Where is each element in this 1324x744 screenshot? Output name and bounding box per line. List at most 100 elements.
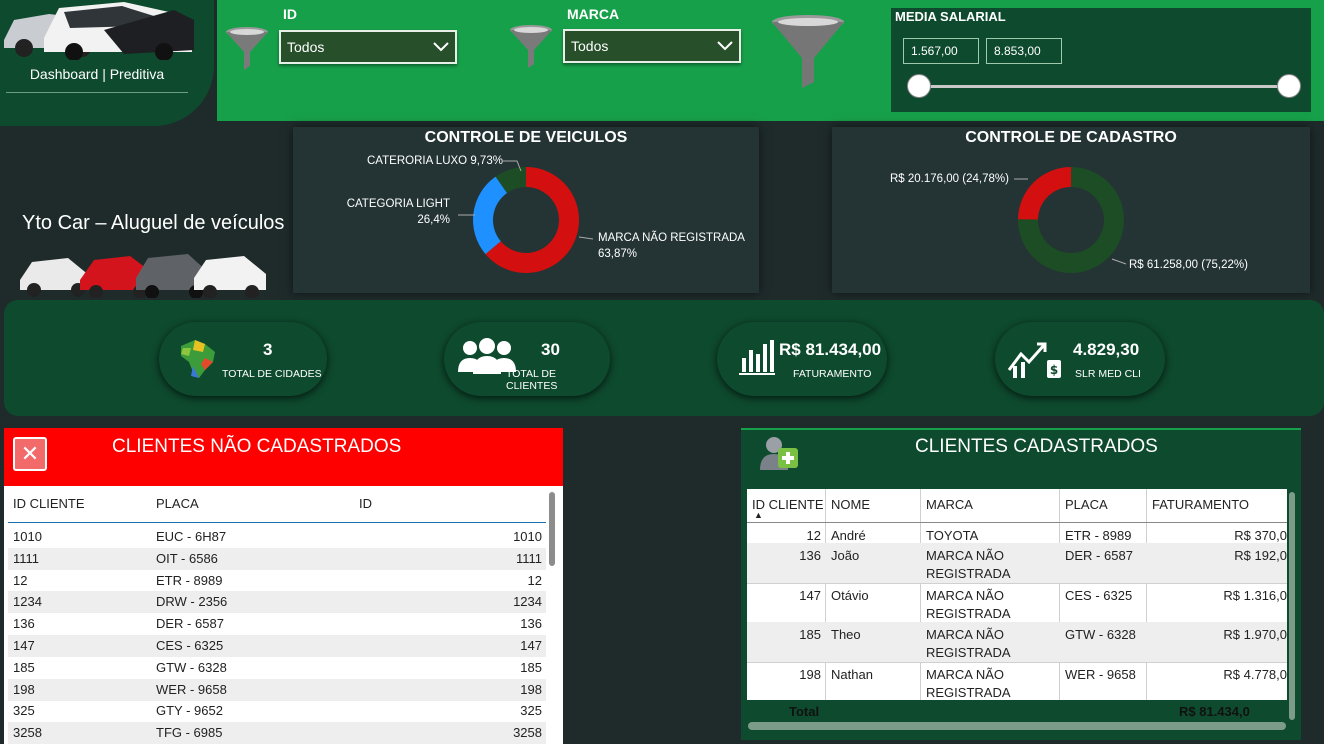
kpi-clients-value: 30 [541,340,560,359]
table-row[interactable]: 3258 TFG - 6985 3258 [8,722,546,744]
id-filter-dropdown[interactable]: Todos [279,30,457,64]
column-header-nome[interactable]: NOME [831,497,870,512]
vertical-scrollbar[interactable] [1289,492,1295,720]
table-cell: R$ 4.778,0 [1223,667,1287,682]
marca-filter-value: Todos [571,38,609,54]
column-header-id-cliente[interactable]: ID CLIENTE [13,496,85,511]
table-row[interactable]: 185 Theo MARCA NÃO REGISTRADA GTW - 6328 R$ 1… [747,622,1287,663]
table-cell: TFG - 6985 [156,725,223,741]
table-row[interactable]: 1111 OIT - 6586 1111 [8,547,546,570]
registration-control-chart: CONTROLE DE CADASTRO R$ 20.176,00 (24,78… [832,127,1310,293]
add-user-icon [760,437,798,470]
table-cell: 136 [799,548,821,563]
leader-lines [458,160,594,240]
table-cell: 198 [799,667,821,682]
column-header-placa[interactable]: PLACA [1065,497,1108,512]
table-row[interactable]: 198 Nathan MARCA NÃO REGISTRADA WER - 9658 R$… [747,662,1287,700]
table-cell: CES - 6325 [156,638,224,653]
table-cell: OIT - 6586 [156,550,218,566]
table-row[interactable]: 1010 EUC - 6H87 1010 [8,526,546,548]
column-header-placa[interactable]: PLACA [156,496,199,511]
column-header-faturamento[interactable]: FATURAMENTO [1152,497,1249,512]
divider [6,92,188,93]
kpi-revenue-card: R$ 81.434,00 FATURAMENTO [717,322,887,396]
brazil-map-icon [181,340,215,378]
table-cell: 185 [13,659,35,675]
unregistered-clients-table[interactable]: ID CLIENTE PLACA ID 1010 EUC - 6H87 1010 11… [4,486,563,744]
dashboard-nav-label[interactable]: Dashboard | Preditiva [0,66,194,82]
table-cell: DER - 6587 [156,616,224,632]
table-row[interactable]: 1234 DRW - 2356 1234 [8,591,546,614]
table-cell: Theo [831,627,861,642]
salary-slider-min-handle[interactable] [907,74,931,98]
horizontal-scrollbar[interactable] [748,722,1286,730]
filter-funnel-icon [226,27,268,70]
table-cell: WER - 9658 [156,681,227,697]
table-row[interactable]: 185 GTW - 6328 185 [8,657,546,679]
kpi-revenue-label: FATURAMENTO [793,368,872,380]
table-row[interactable]: 198 WER - 9658 198 [8,678,546,701]
table-cell: 185 [799,627,821,642]
table-cell: MARCA NÃO [926,667,1005,682]
table-cell: 147 [520,638,542,653]
table-row[interactable]: 136 João MARCA NÃO REGISTRADA DER - 6587 R$ 1… [747,543,1287,584]
total-value: R$ 81.434,0 [1179,704,1250,719]
brand-title: Yto Car – Aluguel de veículos [22,212,285,234]
kpi-cities-label: TOTAL DE CIDADES [222,368,322,380]
car-lineup-image [20,254,266,298]
table-cell: GTY - 9652 [156,703,223,719]
table-row[interactable]: 12 André TOYOTA ETR - 8989 R$ 370,0 [747,523,1287,544]
table-row[interactable]: 325 GTY - 9652 325 [8,700,546,722]
filter-funnel-icon [772,15,844,88]
table-cell: R$ 1.316,0 [1223,588,1287,603]
table-row[interactable]: 147 CES - 6325 147 [8,635,546,657]
bar-chart-icon [739,340,775,375]
table-cell: Otávio [831,588,869,603]
table-row[interactable]: 136 DER - 6587 136 [8,613,546,635]
kpi-revenue-value: R$ 81.434,00 [779,340,882,359]
table-cell: 147 [13,638,35,653]
registered-clients-table[interactable]: ID CLIENTE ▲ NOME MARCA PLACA FATURAMENT… [747,489,1287,700]
table-row[interactable]: 147 Otávio MARCA NÃO REGISTRADA CES - 6325 R$… [747,583,1287,623]
salary-slider-max-handle[interactable] [1277,74,1301,98]
table-cell: 136 [520,616,542,632]
table-cell: 147 [799,588,821,603]
table-cell: 3258 [13,725,42,741]
table-cell: REGISTRADA [926,685,1011,700]
salary-min-input[interactable]: 1.567,00 [903,38,979,64]
table-row[interactable]: 12 ETR - 8989 12 [8,570,546,592]
table-cell: MARCA NÃO [926,588,1005,603]
id-filter-value: Todos [287,39,325,55]
close-x-icon: ✕ [13,437,47,471]
cars-logo-image [4,2,194,60]
chevron-down-icon [433,42,449,52]
kpi-cities-card: 3 TOTAL DE CIDADES [159,322,327,396]
column-header-marca[interactable]: MARCA [926,497,973,512]
vehicle-control-chart: CONTROLE DE VEICULOS CATERORIA LUXO 9,73… [293,127,759,293]
salary-filter-panel: MEDIA SALARIAL 1.567,00 8.853,00 [891,8,1311,112]
marca-filter-dropdown[interactable]: Todos [563,29,741,63]
salary-max-input[interactable]: 8.853,00 [986,38,1062,64]
total-label: Total [789,704,820,719]
salary-filter-label: MEDIA SALARIAL [895,9,1006,24]
kpi-cities-value: 3 [263,340,273,359]
filter-funnel-icon [510,25,552,68]
table-cell: 1234 [513,594,542,610]
salary-slider-track[interactable] [918,85,1290,88]
table-cell: 12 [13,572,28,588]
column-header-id[interactable]: ID [359,496,372,511]
header-divider [8,522,546,523]
table-scrollbar[interactable] [549,492,555,566]
unregistered-clients-title: CLIENTES NÃO CADASTRADOS [112,436,402,457]
table-cell: DRW - 2356 [156,594,228,610]
table-cell: 3258 [513,725,542,741]
kpi-avg-salary-label: SLR MED CLI [1075,368,1141,380]
svg-text:$: $ [1050,363,1058,377]
table-cell: R$ 192,0 [1234,548,1287,563]
table-cell: R$ 1.970,0 [1223,627,1287,642]
table-cell: 198 [13,681,35,697]
table-cell: WER - 9658 [1065,667,1136,682]
table-cell: 136 [13,616,35,632]
sort-ascending-icon[interactable]: ▲ [754,510,763,520]
table-cell: 198 [520,681,542,697]
